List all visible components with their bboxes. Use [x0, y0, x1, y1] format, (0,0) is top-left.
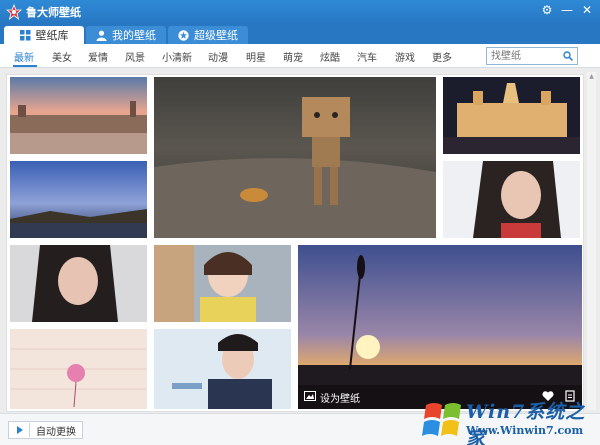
auto-change-label: 自动更换 [36, 426, 76, 438]
tab-label: 超级壁纸 [194, 29, 238, 42]
category-games[interactable]: 游戏 [395, 49, 415, 64]
tab-wallpaper-library[interactable]: 壁纸库 [4, 26, 84, 44]
grid-icon [19, 29, 30, 40]
wallpaper-thumb-man-portrait[interactable] [154, 329, 291, 409]
app-title: 鲁大师壁纸 [26, 6, 81, 19]
active-category-underline [13, 65, 37, 67]
category-anime[interactable]: 动漫 [208, 49, 228, 64]
wallpaper-thumb-woman-portrait-2[interactable] [10, 245, 147, 322]
wallpaper-thumb-woman-portrait-1[interactable] [443, 161, 580, 238]
set-wallpaper-button[interactable]: 设为壁纸 [320, 390, 360, 405]
watermark-title: Win7系统之家 [466, 401, 586, 445]
scrollbar[interactable] [587, 72, 596, 410]
wallpaper-thumb-coastal-dusk[interactable] [10, 161, 147, 238]
button-separator [29, 423, 30, 437]
search-box[interactable] [486, 47, 578, 65]
scroll-up-arrow-icon[interactable]: ▲ [588, 73, 595, 80]
star-icon [178, 29, 189, 41]
tab-my-wallpapers[interactable]: 我的壁纸 [86, 26, 166, 44]
category-pets[interactable]: 萌宠 [283, 49, 303, 64]
tab-super-wallpapers[interactable]: 超级壁纸 [168, 26, 248, 44]
category-latest[interactable]: 最新 [14, 49, 34, 64]
category-cars[interactable]: 汽车 [357, 49, 377, 64]
tab-label: 壁纸库 [35, 29, 69, 42]
category-fresh[interactable]: 小清新 [162, 49, 192, 64]
auto-change-button[interactable]: 自动更换 [8, 421, 83, 439]
search-input[interactable] [487, 48, 561, 65]
title-bar: 鲁大师壁纸 ⚙ — ✕ [0, 0, 600, 24]
play-icon [17, 426, 23, 434]
watermark-url: Www.Winwin7.com [466, 424, 584, 437]
category-love[interactable]: 爱情 [88, 49, 108, 64]
wallpaper-thumb-palace-night[interactable] [443, 77, 580, 154]
tab-bar: 壁纸库 我的壁纸 超级壁纸 [0, 24, 600, 44]
minimize-button[interactable]: — [558, 2, 576, 20]
category-stars[interactable]: 明星 [246, 49, 266, 64]
wallpaper-thumb-woman-portrait-3[interactable] [154, 245, 291, 322]
user-icon [96, 30, 107, 41]
search-icon[interactable] [563, 51, 573, 61]
close-button[interactable]: ✕ [578, 2, 596, 20]
tab-label: 我的壁纸 [112, 29, 156, 42]
wallpaper-thumb-pink-flower[interactable] [10, 329, 147, 409]
wallpaper-thumb-plaza-sunset[interactable] [10, 77, 147, 154]
category-beauty[interactable]: 美女 [52, 49, 72, 64]
settings-icon[interactable]: ⚙ [538, 2, 556, 20]
set-wallpaper-icon[interactable] [304, 390, 316, 402]
category-cool[interactable]: 炫酷 [320, 49, 340, 64]
wallpaper-thumb-danbo-robot[interactable] [154, 77, 436, 238]
app-logo-icon [6, 4, 22, 20]
category-more[interactable]: 更多 [432, 49, 452, 64]
category-scenery[interactable]: 风景 [125, 49, 145, 64]
